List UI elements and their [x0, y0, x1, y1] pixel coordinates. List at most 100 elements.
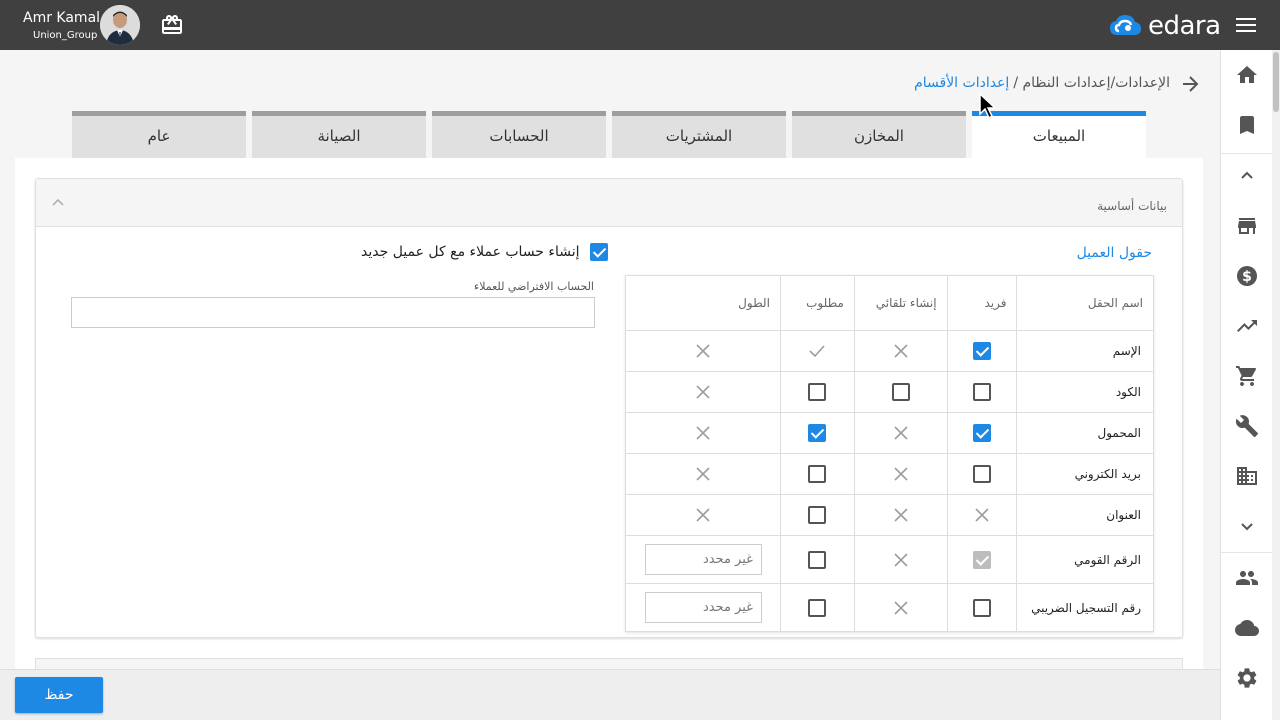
cell-length: [625, 535, 781, 584]
user-name[interactable]: Amr Kamal: [23, 10, 100, 26]
unique-checkbox[interactable]: [973, 424, 992, 442]
save-button[interactable]: حفظ: [15, 677, 103, 713]
brand-logo[interactable]: edara: [1108, 11, 1221, 41]
settings-panel: بيانات أساسية حقول العميل اسم الحقل فريد…: [15, 158, 1203, 718]
create-account-option: إنشاء حساب عملاء مع كل عميل جديد: [361, 243, 608, 261]
table-row: المحمول: [625, 412, 1154, 454]
chevron-up-icon[interactable]: [50, 195, 66, 211]
close-x-icon: [894, 467, 908, 481]
page-scrollbar[interactable]: [1272, 50, 1280, 720]
required-checkbox[interactable]: [808, 506, 827, 524]
cell-required: [779, 412, 855, 454]
gift-icon[interactable]: [160, 13, 184, 37]
wrench-icon[interactable]: [1235, 414, 1259, 438]
building-icon[interactable]: [1235, 464, 1259, 488]
back-arrow-icon[interactable]: [1180, 74, 1200, 94]
footer-bar: حفظ: [0, 669, 1220, 720]
required-checkbox[interactable]: [808, 550, 827, 569]
required-checkbox[interactable]: [808, 465, 827, 483]
tab-3[interactable]: الحسابات: [432, 111, 606, 158]
cell-auto: [853, 412, 948, 454]
col-header-auto: إنشاء تلقائي: [853, 275, 948, 331]
cell-auto: [853, 330, 948, 372]
cloud-logo-icon: [1110, 15, 1141, 35]
cell-auto: [853, 494, 948, 536]
gear-icon[interactable]: [1235, 666, 1259, 690]
unique-checkbox[interactable]: [973, 598, 992, 617]
cell-auto: [853, 371, 948, 413]
check-icon: [809, 345, 825, 358]
close-x-icon: [696, 508, 710, 522]
bookmark-icon[interactable]: [1235, 113, 1259, 137]
cell-length: [625, 453, 781, 495]
field-name: الكود: [1016, 371, 1154, 413]
close-x-icon: [696, 467, 710, 481]
cell-unique: [946, 494, 1018, 536]
nav-divider: [1221, 153, 1273, 154]
brand-name: edara: [1148, 11, 1221, 41]
table-row: الإسم: [625, 330, 1154, 372]
cell-required: [779, 371, 855, 413]
cell-auto: [853, 535, 948, 584]
tab-2[interactable]: المشتريات: [612, 111, 786, 158]
unique-checkbox[interactable]: [973, 342, 992, 360]
breadcrumb-current[interactable]: إعدادات الأقسام: [914, 75, 1009, 91]
cell-required: [779, 453, 855, 495]
people-icon[interactable]: [1235, 566, 1259, 590]
cell-unique: [946, 412, 1018, 454]
tab-4[interactable]: الصيانة: [252, 111, 426, 158]
chevron-down-icon[interactable]: [1235, 514, 1259, 538]
customer-fields-title: حقول العميل: [1076, 245, 1152, 261]
required-checkbox[interactable]: [808, 598, 827, 617]
chevron-up-icon[interactable]: [1235, 164, 1259, 188]
required-checkbox[interactable]: [808, 424, 827, 442]
close-x-icon: [894, 552, 908, 567]
required-checkbox[interactable]: [808, 383, 827, 401]
store-icon[interactable]: [1235, 214, 1259, 238]
cell-required: [779, 494, 855, 536]
create-account-label: إنشاء حساب عملاء مع كل عميل جديد: [361, 244, 580, 260]
hamburger-menu-icon[interactable]: [1236, 17, 1256, 33]
default-account-input[interactable]: [71, 297, 595, 328]
card-header[interactable]: بيانات أساسية: [36, 179, 1182, 227]
cell-length: [625, 371, 781, 413]
field-name: العنوان: [1016, 494, 1154, 536]
unique-checkbox[interactable]: [973, 465, 992, 483]
dollar-icon[interactable]: $: [1235, 264, 1259, 288]
close-x-icon: [894, 344, 908, 358]
default-account-label: الحساب الافتراضي للعملاء: [474, 280, 594, 293]
cell-length: [625, 330, 781, 372]
cell-auto: [853, 583, 948, 632]
cloud-icon[interactable]: [1235, 616, 1259, 640]
home-icon[interactable]: [1235, 63, 1259, 87]
table-row: رقم التسجيل الضريبي: [625, 583, 1154, 632]
close-x-icon: [894, 508, 908, 522]
unique-checkbox-disabled: [973, 550, 992, 569]
trending-up-icon[interactable]: [1235, 314, 1259, 338]
breadcrumb-parent[interactable]: الإعدادات/إعدادات النظام /: [1013, 75, 1170, 91]
auto-checkbox[interactable]: [891, 383, 910, 401]
scrollbar-thumb[interactable]: [1273, 52, 1279, 112]
top-bar: Amr Kamal Union_Group edara: [0, 0, 1280, 50]
avatar[interactable]: [100, 5, 140, 45]
tab-1[interactable]: المخازن: [792, 111, 966, 158]
tab-0[interactable]: المبيعات: [972, 111, 1146, 158]
cell-required: [779, 330, 855, 372]
close-x-icon: [894, 426, 908, 440]
length-input[interactable]: [644, 544, 762, 575]
tab-5[interactable]: عام: [72, 111, 246, 158]
col-header-required: مطلوب: [779, 275, 855, 331]
unique-checkbox[interactable]: [973, 383, 992, 401]
side-nav: $: [1220, 50, 1273, 720]
cell-required: [779, 535, 855, 584]
create-account-checkbox[interactable]: [589, 243, 608, 261]
cell-auto: [853, 453, 948, 495]
nav-divider: [1221, 552, 1273, 553]
field-name: رقم التسجيل الضريبي: [1016, 583, 1154, 632]
cart-icon[interactable]: [1235, 364, 1259, 388]
card-title: بيانات أساسية: [1097, 199, 1167, 213]
cell-unique: [946, 453, 1018, 495]
length-input[interactable]: [644, 592, 762, 623]
table-row: الرقم القومي: [625, 535, 1154, 584]
table-row: بريد الكتروني: [625, 453, 1154, 495]
